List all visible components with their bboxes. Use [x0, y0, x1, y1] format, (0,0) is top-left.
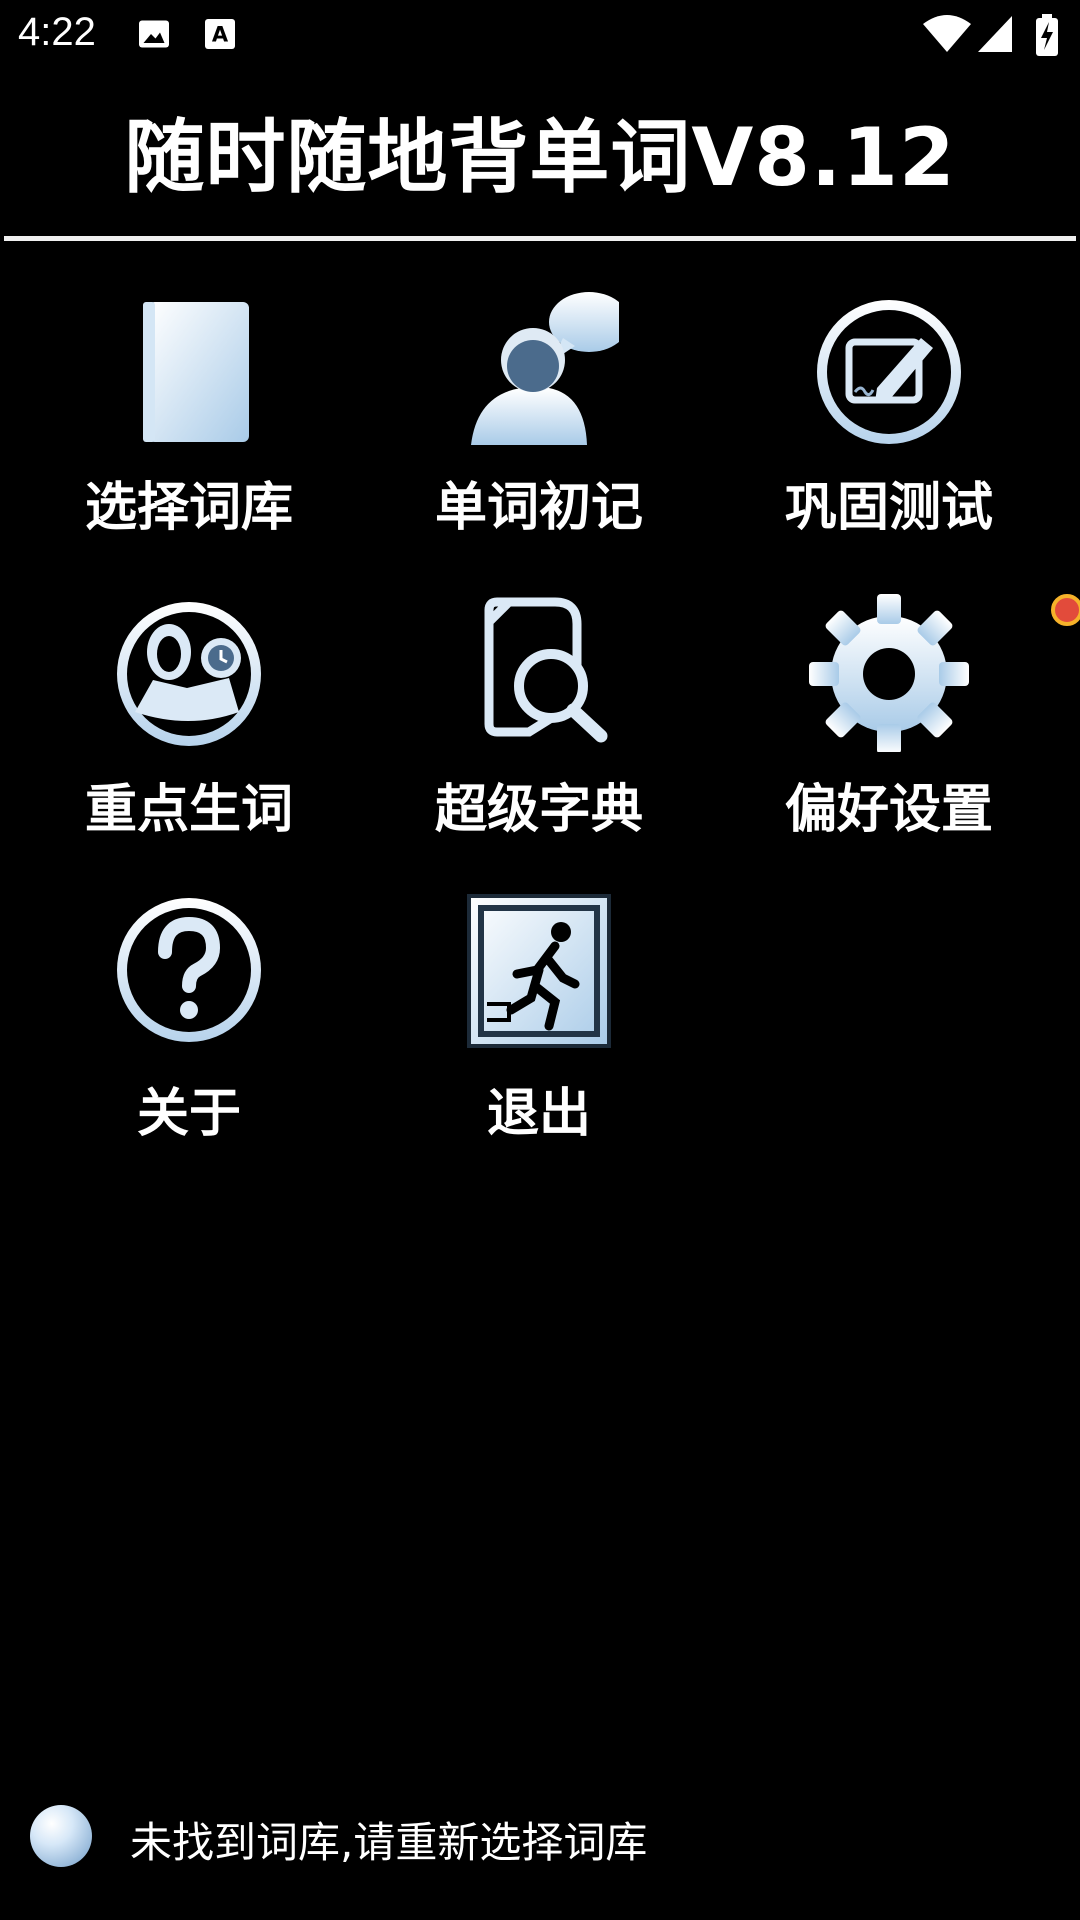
menu-item-key-words[interactable]: 重点生词 [14, 582, 364, 872]
image-icon [136, 16, 172, 56]
edit-test-icon [809, 280, 969, 450]
menu-item-word-memorize[interactable]: 单词初记 [364, 280, 714, 570]
menu-item-select-library[interactable]: 选择词库 [14, 280, 364, 570]
menu-item-about[interactable]: 关于 [14, 886, 364, 1176]
menu-item-super-dictionary[interactable]: 超级字典 [364, 582, 714, 872]
title-divider [4, 236, 1076, 241]
menu-item-preferences[interactable]: 偏好设置 [714, 582, 1080, 872]
gear-icon [809, 582, 1080, 754]
status-bar: 4:22 A [0, 0, 1080, 72]
document-search-icon [459, 582, 619, 752]
menu-item-exit[interactable]: 退出 [364, 886, 714, 1176]
menu-item-label: 偏好设置 [784, 780, 993, 840]
menu-item-label: 超级字典 [434, 780, 643, 840]
menu-item-label: 巩固测试 [784, 478, 993, 538]
a-keyboard-icon: A [202, 16, 238, 56]
status-orb-icon [30, 1805, 92, 1867]
question-icon [109, 886, 269, 1056]
book-icon [109, 280, 269, 450]
menu-item-label: 关于 [136, 1084, 241, 1144]
status-time: 4:22 [18, 10, 96, 54]
app-title: 随时随地背单词V8.12 [124, 111, 956, 204]
svg-text:A: A [212, 23, 229, 47]
library-status: 未找到词库,请重新选择词库 [0, 1795, 1080, 1875]
battery-charging-icon [1034, 14, 1060, 60]
status-message: 未找到词库,请重新选择词库 [130, 1818, 648, 1867]
menu-item-label: 单词初记 [434, 478, 643, 538]
menu-item-review-test[interactable]: 巩固测试 [714, 280, 1064, 570]
menu-item-label: 选择词库 [84, 478, 293, 538]
person-speech-icon [459, 280, 629, 450]
signal-icon [976, 14, 1016, 58]
menu-item-label: 重点生词 [84, 780, 293, 840]
wifi-icon [922, 14, 972, 58]
menu-item-label: 退出 [486, 1084, 591, 1144]
notification-badge [1051, 594, 1080, 626]
exit-icon [459, 886, 619, 1056]
user-clock-icon [109, 582, 269, 752]
